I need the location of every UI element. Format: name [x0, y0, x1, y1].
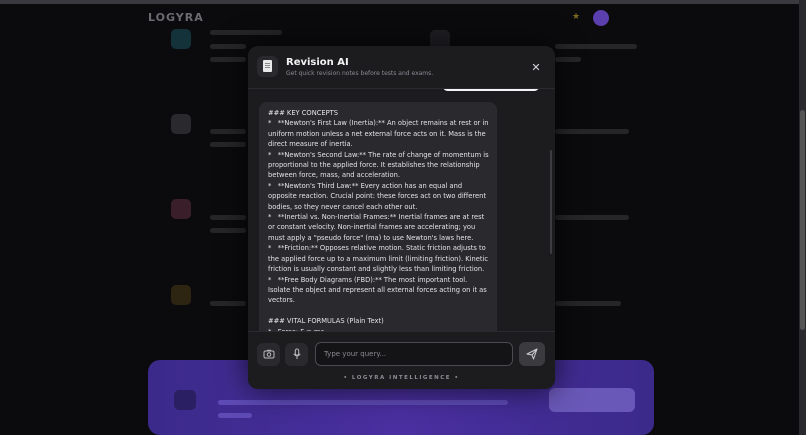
feature-text	[555, 44, 637, 49]
feature-text	[210, 301, 246, 306]
streak-icon: ★	[572, 12, 581, 22]
feature-title	[210, 282, 246, 294]
close-icon[interactable]: ✕	[528, 60, 544, 76]
modal-subtitle: Get quick revision notes before tests an…	[286, 70, 434, 77]
feature-text	[210, 228, 246, 233]
banner-icon	[174, 390, 196, 410]
feature-icon	[171, 29, 191, 49]
revision-ai-modal: Revision AI Get quick revision notes bef…	[248, 46, 555, 389]
feature-text	[555, 57, 581, 62]
composer-footer: • LOGYRA INTELLIGENCE •	[343, 375, 460, 381]
banner-text	[218, 400, 508, 405]
feature-text	[555, 215, 629, 220]
feature-icon	[171, 199, 191, 219]
camera-icon	[263, 349, 274, 359]
feature-text	[210, 44, 246, 49]
feature-icon	[171, 114, 191, 134]
send-button[interactable]	[519, 342, 545, 366]
ai-message-text: ### KEY CONCEPTS * **Newton's First Law …	[268, 109, 489, 331]
feature-text	[210, 215, 246, 220]
feature-text	[555, 301, 621, 306]
send-icon	[526, 348, 538, 360]
document-icon	[257, 56, 278, 77]
page-scrollbar[interactable]	[799, 0, 806, 435]
feature-title	[210, 196, 246, 208]
camera-button[interactable]	[257, 343, 280, 366]
composer: • LOGYRA INTELLIGENCE •	[248, 331, 555, 389]
chat-scrollbar[interactable]	[550, 150, 552, 254]
microphone-icon	[292, 348, 301, 359]
page-scrollbar-thumb[interactable]	[800, 110, 805, 330]
feature-text	[210, 57, 246, 62]
query-input[interactable]	[315, 342, 513, 366]
chat-area[interactable]: ### KEY CONCEPTS * **Newton's First Law …	[248, 88, 555, 331]
microphone-button[interactable]	[285, 343, 308, 366]
feature-text	[555, 129, 629, 134]
banner-text	[218, 413, 252, 418]
feature-text	[210, 30, 282, 35]
feature-title	[210, 110, 246, 122]
feature-text	[210, 129, 246, 134]
feature-icon	[171, 285, 191, 305]
ai-message-bubble: ### KEY CONCEPTS * **Newton's First Law …	[259, 102, 497, 331]
banner-button	[549, 388, 635, 412]
modal-title: Revision AI	[286, 57, 349, 68]
feature-text	[210, 142, 246, 147]
background-logo: LOGYRA	[148, 11, 204, 24]
avatar	[593, 10, 609, 26]
banner-title	[218, 377, 248, 391]
modal-header: Revision AI Get quick revision notes bef…	[248, 46, 555, 89]
